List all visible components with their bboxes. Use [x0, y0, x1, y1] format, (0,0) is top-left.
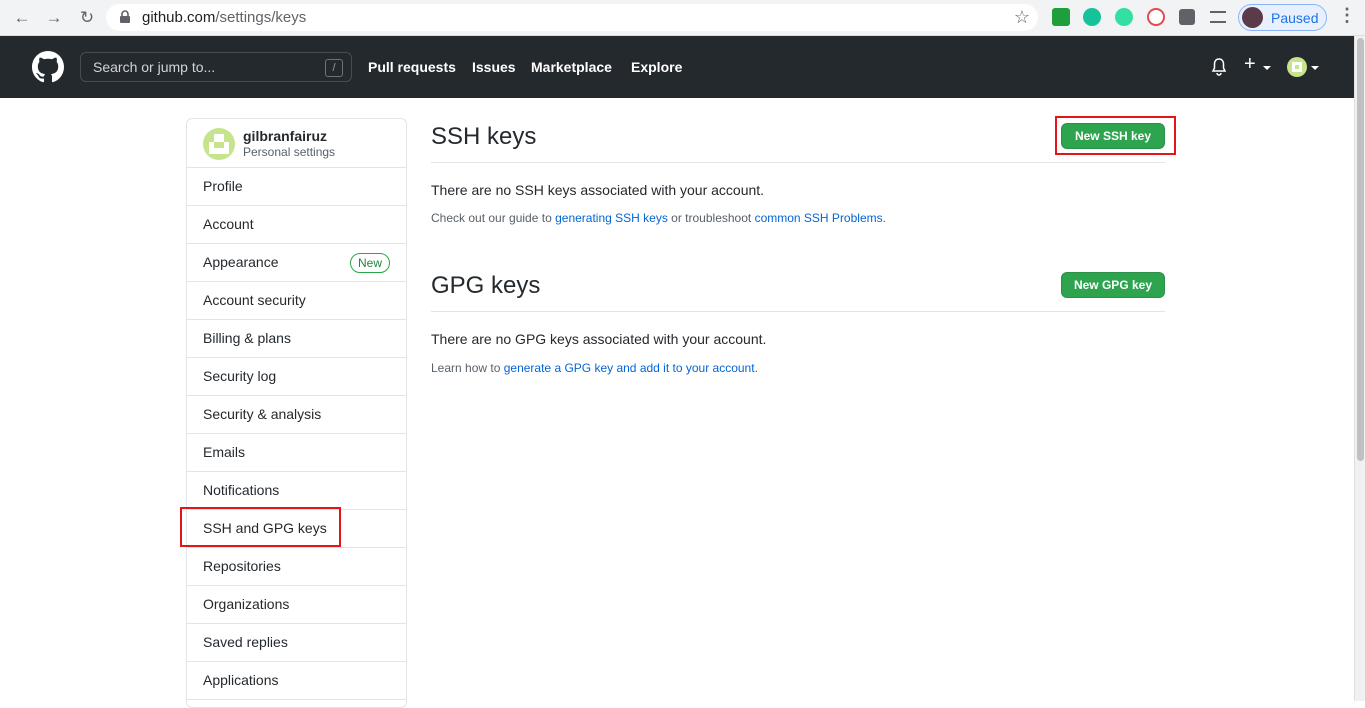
sidebar-item-notifications[interactable]: Notifications	[187, 472, 406, 510]
divider	[431, 162, 1165, 163]
bookmark-star-icon[interactable]: ☆	[1014, 7, 1030, 28]
sidebar-item-label: Notifications	[203, 482, 280, 498]
sidebar-item-label: Saved replies	[203, 634, 288, 650]
sidebar-item-billing[interactable]: Billing & plans	[187, 320, 406, 358]
extensions-puzzle-icon[interactable]	[1179, 9, 1195, 25]
forward-icon[interactable]: →	[43, 7, 65, 29]
sidebar-item-account-security[interactable]: Account security	[187, 282, 406, 320]
sidebar-item-security-log[interactable]: Security log	[187, 358, 406, 396]
nav-pull-requests[interactable]: Pull requests	[368, 59, 456, 75]
nav-marketplace[interactable]: Marketplace	[531, 59, 612, 75]
gpg-keys-title: GPG keys	[431, 272, 541, 299]
browser-toolbar: ← → ↻ github.com/settings/keys ☆ Paused …	[0, 0, 1365, 36]
reload-icon[interactable]: ↻	[76, 7, 98, 29]
sidebar-item-security-analysis[interactable]: Security & analysis	[187, 396, 406, 434]
sidebar-item-account[interactable]: Account	[187, 206, 406, 244]
new-gpg-key-button[interactable]: New GPG key	[1061, 272, 1165, 298]
back-icon[interactable]: ←	[11, 7, 33, 29]
sidebar-item-profile[interactable]: Profile	[187, 168, 406, 206]
ssh-empty-message: There are no SSH keys associated with yo…	[431, 182, 765, 198]
nav-explore[interactable]: Explore	[631, 59, 682, 75]
page-scrollbar[interactable]	[1354, 36, 1365, 701]
ssh-gpg-keys-highlight	[180, 507, 341, 547]
new-badge: New	[349, 253, 390, 273]
sidebar-item-label: Account	[203, 216, 254, 232]
search-input[interactable]: Search or jump to... /	[80, 52, 352, 82]
github-logo-icon[interactable]	[32, 51, 64, 83]
sidebar-item-label: Security & analysis	[203, 406, 322, 422]
scrollbar-thumb[interactable]	[1357, 38, 1364, 461]
sidebar-item-label: Applications	[203, 672, 279, 688]
sidebar-item-label: Security log	[203, 368, 277, 384]
media-control-icon[interactable]	[1210, 11, 1226, 23]
sidebar-item-label: Appearance	[203, 254, 279, 270]
tripadvisor-extension-icon[interactable]	[1115, 8, 1133, 26]
sidebar-item-label: Emails	[203, 444, 246, 460]
sidebar-subtitle: Personal settings	[243, 145, 336, 159]
search-placeholder: Search or jump to...	[93, 59, 216, 75]
settings-sidebar: gilbranfairuz Personal settings Profile …	[186, 118, 407, 708]
generating-ssh-keys-link[interactable]: generating SSH keys	[555, 211, 668, 225]
gpg-empty-message: There are no GPG keys associated with yo…	[431, 331, 767, 347]
divider	[431, 311, 1165, 312]
notifications-bell-icon[interactable]	[1211, 58, 1227, 76]
sidebar-user-header[interactable]: gilbranfairuz Personal settings	[187, 119, 406, 168]
generate-gpg-key-link[interactable]: generate a GPG key and add it to your ac…	[504, 361, 755, 375]
shield-extension-icon[interactable]	[1052, 8, 1070, 26]
gpg-help-note: Learn how to generate a GPG key and add …	[431, 361, 758, 375]
ssh-keys-title: SSH keys	[431, 123, 537, 150]
ssh-help-note: Check out our guide to generating SSH ke…	[431, 211, 886, 225]
sidebar-item-label: Account security	[203, 292, 306, 308]
profile-status: Paused	[1271, 10, 1319, 26]
sidebar-avatar	[203, 128, 235, 160]
sidebar-item-organizations[interactable]: Organizations	[187, 586, 406, 624]
sidebar-item-label: Repositories	[203, 558, 281, 574]
github-header: Search or jump to... / Pull requests Iss…	[0, 36, 1354, 98]
sidebar-item-saved-replies[interactable]: Saved replies	[187, 624, 406, 662]
sidebar-item-applications[interactable]: Applications	[187, 662, 406, 700]
create-new-icon[interactable]: +	[1244, 53, 1256, 76]
url-text: github.com/settings/keys	[142, 9, 307, 26]
nav-issues[interactable]: Issues	[472, 59, 516, 75]
user-menu-chevron-down-icon[interactable]	[1311, 66, 1319, 70]
common-ssh-problems-link[interactable]: common SSH Problems	[755, 211, 883, 225]
create-chevron-down-icon[interactable]	[1263, 66, 1271, 70]
browser-menu-icon[interactable]: ⋮	[1338, 5, 1356, 26]
sidebar-username: gilbranfairuz	[243, 128, 328, 144]
sidebar-item-label: Billing & plans	[203, 330, 291, 346]
address-bar[interactable]: github.com/settings/keys ☆	[106, 4, 1038, 31]
profile-avatar	[1242, 7, 1263, 28]
sidebar-item-repositories[interactable]: Repositories	[187, 548, 406, 586]
user-avatar[interactable]	[1287, 57, 1307, 77]
grammarly-extension-icon[interactable]	[1083, 8, 1101, 26]
red-extension-icon[interactable]	[1147, 8, 1165, 26]
sidebar-item-appearance[interactable]: Appearance New	[187, 244, 406, 282]
new-ssh-key-highlight	[1055, 116, 1176, 155]
sidebar-item-label: Profile	[203, 178, 243, 194]
search-shortcut-hint: /	[325, 59, 343, 77]
sidebar-item-label: Organizations	[203, 596, 290, 612]
sidebar-item-emails[interactable]: Emails	[187, 434, 406, 472]
lock-icon	[120, 10, 130, 23]
profile-button[interactable]: Paused	[1238, 4, 1327, 31]
